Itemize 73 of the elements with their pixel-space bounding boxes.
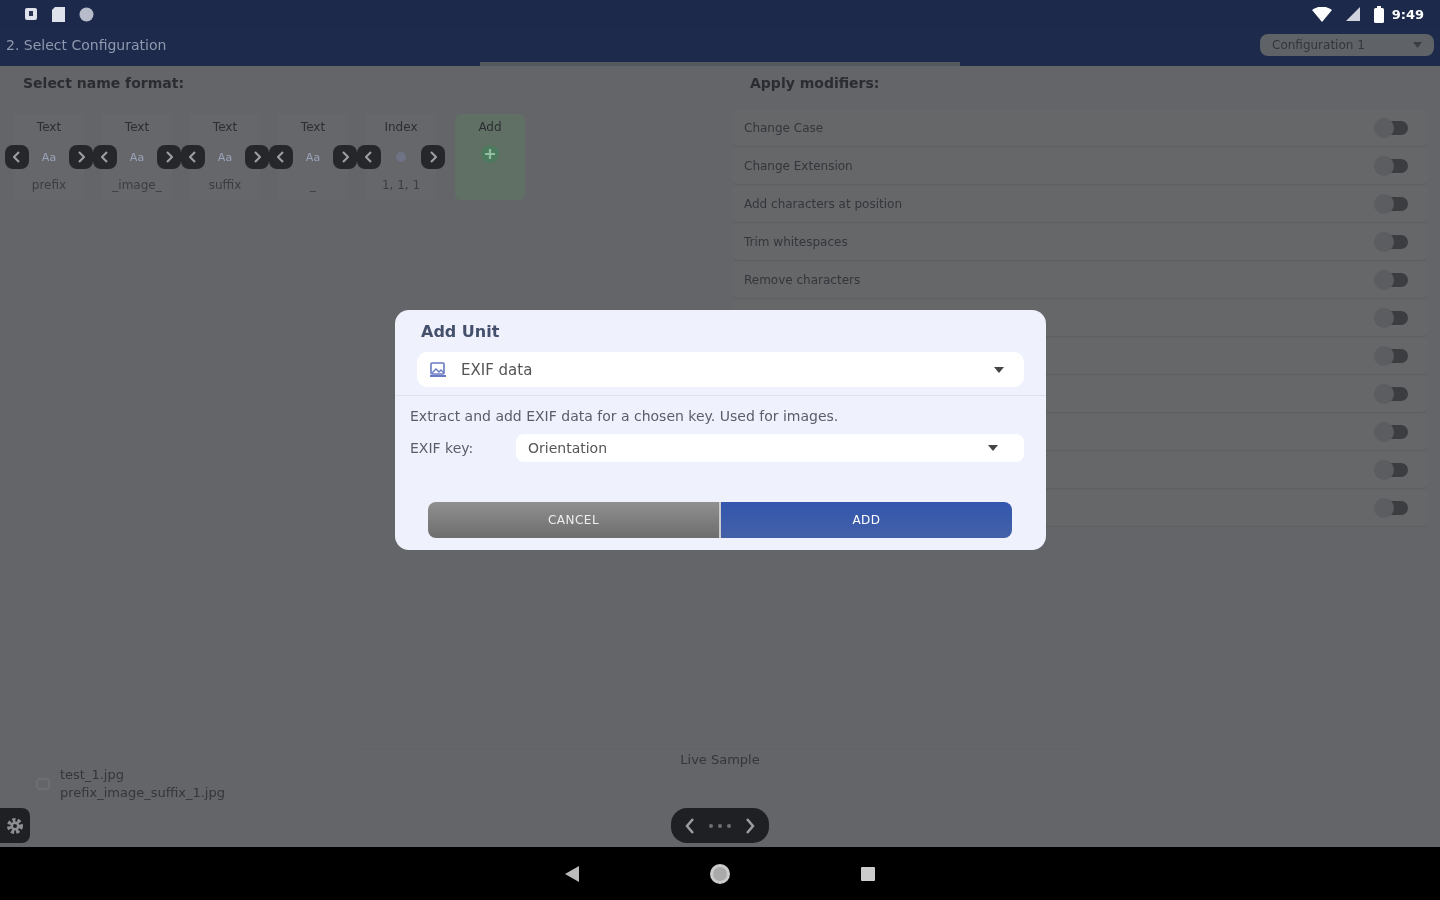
sd-card-icon (52, 6, 65, 22)
move-left-button[interactable] (5, 145, 29, 169)
text-preview: Aa (41, 150, 57, 164)
text-preview: Aa (305, 150, 321, 164)
chevron-left-icon (189, 151, 197, 163)
settings-button[interactable] (0, 808, 30, 843)
toggle-switch[interactable] (1376, 235, 1408, 249)
move-right-button[interactable] (157, 145, 181, 169)
text-preview: Aa (129, 150, 145, 164)
move-left-button[interactable] (269, 145, 293, 169)
exif-key-label: EXIF key: (410, 440, 475, 456)
text-preview: Aa (217, 150, 233, 164)
caret-icon (994, 366, 1004, 373)
move-right-button[interactable] (245, 145, 269, 169)
notification-icon (24, 7, 38, 21)
index-icon (396, 152, 406, 162)
clock-time: 9:49 (1391, 6, 1424, 22)
chevron-right-icon (77, 151, 85, 163)
wifi-icon (1311, 6, 1332, 22)
next-icon[interactable] (744, 817, 755, 834)
toggle-switch[interactable] (1376, 311, 1408, 325)
unit-type-label: Text (124, 120, 150, 136)
move-right-button[interactable] (333, 145, 357, 169)
toggle-switch[interactable] (1376, 197, 1408, 211)
dialog-title: Add Unit (420, 322, 501, 343)
circle-icon (79, 6, 94, 22)
image-icon (429, 360, 447, 379)
dots-icon (708, 823, 732, 828)
chevron-right-icon (165, 151, 173, 163)
chevron-left-icon (277, 151, 285, 163)
settings-icon (5, 815, 25, 836)
section-heading: Apply modifiers: (749, 74, 881, 93)
toggle-switch[interactable] (1376, 121, 1408, 135)
recents-icon[interactable] (861, 866, 875, 881)
add-unit-card[interactable]: Add (455, 114, 525, 200)
chevron-right-icon (253, 151, 261, 163)
screen-title: 2. Select Configuration (6, 37, 167, 53)
add-button[interactable]: ADD (721, 502, 1012, 538)
home-icon[interactable] (709, 862, 731, 885)
unit-description: Extract and add EXIF data for a chosen key. Used for images. (410, 408, 840, 424)
signal-icon (1345, 7, 1360, 21)
toggle-switch[interactable] (1376, 425, 1408, 439)
move-left-button[interactable] (357, 145, 381, 169)
move-right-button[interactable] (69, 145, 93, 169)
exif-key-dropdown[interactable]: Orientation (516, 434, 1024, 462)
toggle-switch[interactable] (1376, 349, 1408, 363)
caret-icon (1413, 42, 1422, 48)
unit-type-label: Index (384, 120, 418, 136)
section-heading: Select name format: (22, 74, 186, 93)
move-left-button[interactable] (93, 145, 117, 169)
unit-type-dropdown[interactable]: EXIF data (417, 352, 1024, 387)
add-label: Add (478, 120, 502, 136)
chevron-right-icon (341, 151, 349, 163)
chevron-left-icon (365, 151, 373, 163)
toggle-switch[interactable] (1376, 159, 1408, 173)
unit-type-label: Text (212, 120, 238, 136)
battery-icon (1373, 5, 1384, 23)
previous-icon[interactable] (685, 817, 696, 834)
unit-value: _ (310, 178, 316, 194)
back-icon[interactable] (565, 865, 579, 882)
move-right-button[interactable] (421, 145, 445, 169)
unit-type-label: Text (36, 120, 62, 136)
cancel-button[interactable]: CANCEL (428, 502, 721, 538)
toggle-switch[interactable] (1376, 387, 1408, 401)
chevron-right-icon (429, 151, 437, 163)
chevron-left-icon (101, 151, 109, 163)
plus-icon (480, 144, 500, 164)
move-left-button[interactable] (181, 145, 205, 169)
unit-type-label: Text (300, 120, 326, 136)
toggle-switch[interactable] (1376, 501, 1408, 515)
chevron-left-icon (13, 151, 21, 163)
toggle-switch[interactable] (1376, 463, 1408, 477)
toggle-switch[interactable] (1376, 273, 1408, 287)
